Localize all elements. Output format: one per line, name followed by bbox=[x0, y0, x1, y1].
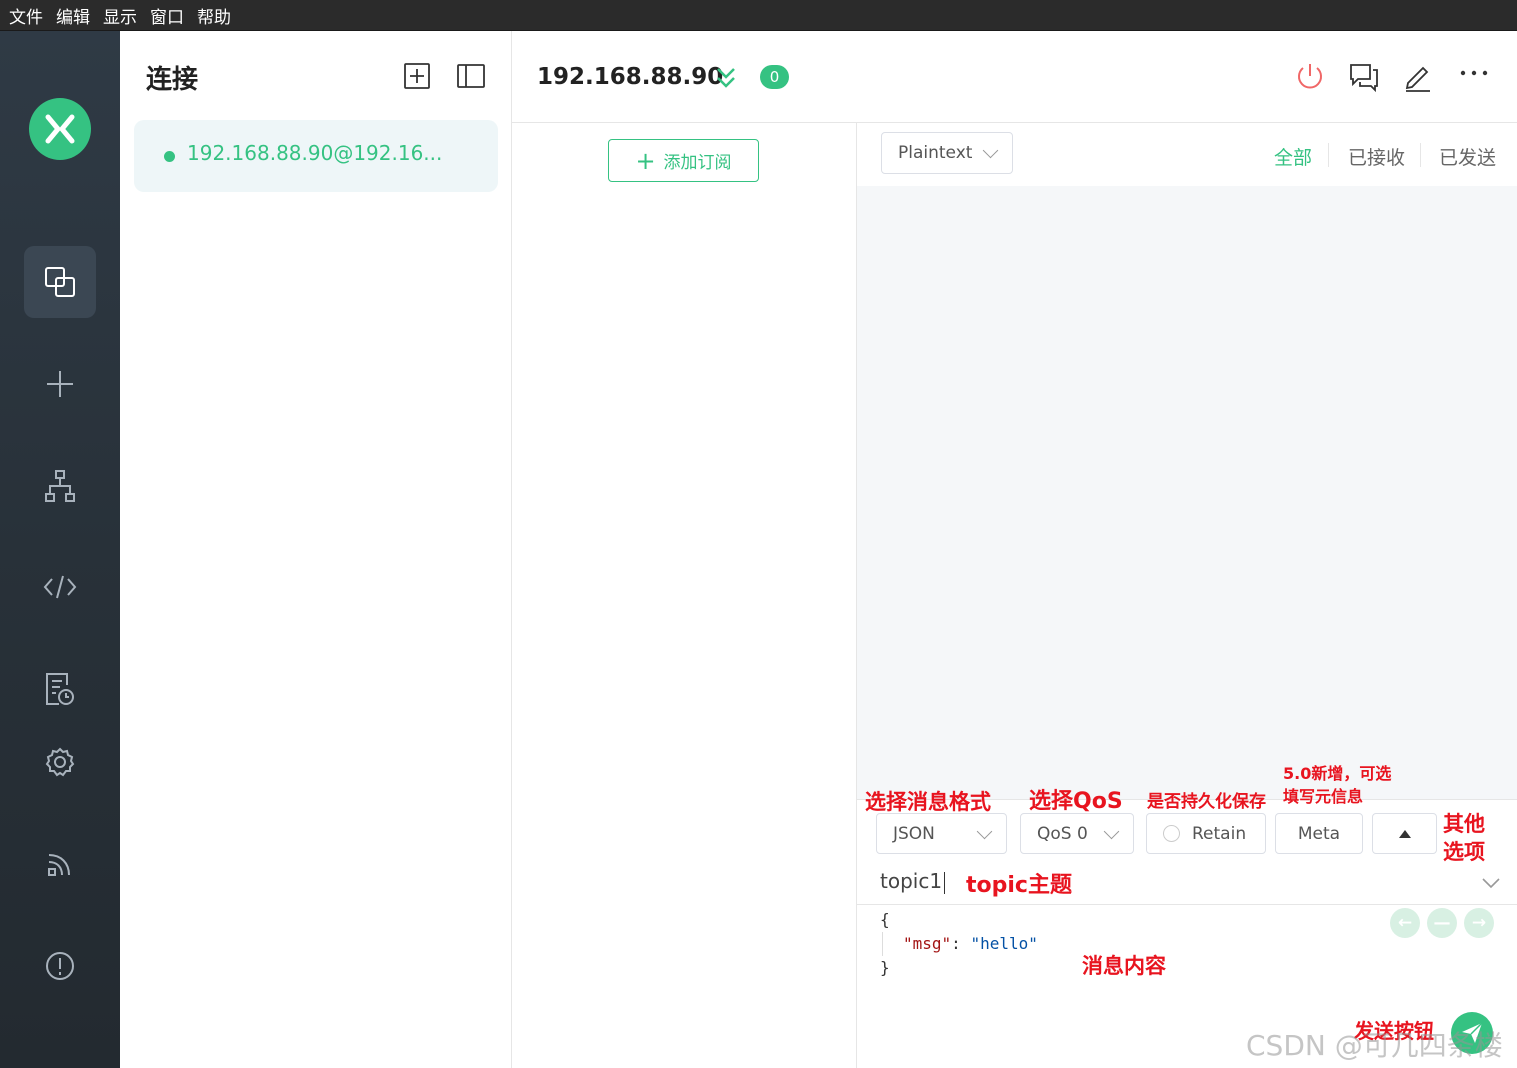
annotation-topic: topic主题 bbox=[966, 873, 1072, 898]
connection-header: 192.168.88.90 0 bbox=[512, 31, 1517, 123]
more-options-button[interactable] bbox=[1372, 813, 1437, 854]
topic-history-chevron-icon[interactable] bbox=[1481, 876, 1501, 890]
payload-format-select[interactable]: Plaintext bbox=[881, 132, 1013, 174]
app-logo bbox=[29, 98, 91, 160]
connected-status-dot bbox=[164, 151, 175, 162]
payload-editor[interactable]: { "msg": "hello" } bbox=[880, 908, 1038, 980]
annotation-other-1: 其他 bbox=[1443, 812, 1485, 836]
previous-arrow-icon[interactable]: ← bbox=[1390, 908, 1420, 938]
retain-label: Retain bbox=[1192, 823, 1247, 844]
log-icon[interactable] bbox=[24, 653, 96, 725]
plus-icon: + bbox=[635, 146, 656, 175]
menu-view[interactable]: 显示 bbox=[103, 3, 137, 28]
annotation-retain: 是否持久化保存 bbox=[1147, 792, 1266, 812]
payload-key: "msg" bbox=[903, 934, 952, 953]
next-arrow-icon[interactable]: → bbox=[1464, 908, 1494, 938]
nav-rail bbox=[0, 31, 120, 1068]
annotation-other-2: 选项 bbox=[1443, 840, 1485, 864]
retain-checkbox[interactable]: Retain bbox=[1146, 813, 1266, 854]
new-connection-icon[interactable] bbox=[402, 61, 432, 91]
chevron-down-icon bbox=[1103, 823, 1120, 839]
connections-title: 连接 bbox=[146, 65, 199, 95]
toggle-panel-icon[interactable] bbox=[456, 61, 486, 91]
chevron-down-icon bbox=[982, 142, 999, 159]
subscription-panel: + 添加订阅 bbox=[512, 123, 857, 1068]
qos-select[interactable]: QoS 0 bbox=[1020, 813, 1134, 854]
connection-host: 192.168.88.90 bbox=[537, 64, 724, 90]
message-count-badge: 0 bbox=[760, 65, 789, 89]
meta-label: Meta bbox=[1297, 823, 1341, 844]
clear-minus-icon[interactable]: — bbox=[1427, 908, 1457, 938]
menubar: 文件 编辑 显示 窗口 帮助 bbox=[0, 0, 1517, 31]
chevron-down-icon bbox=[976, 823, 993, 839]
retain-radio bbox=[1163, 825, 1180, 842]
connection-item[interactable]: 192.168.88.90@192.16... bbox=[134, 120, 498, 192]
settings-icon[interactable] bbox=[24, 726, 96, 798]
payload-value: "hello" bbox=[970, 934, 1038, 953]
connection-name: 192.168.88.90@192.16... bbox=[187, 141, 443, 165]
connection-panel: 连接 192.168.88.90@192.16... bbox=[120, 31, 512, 1068]
menu-window[interactable]: 窗口 bbox=[150, 3, 184, 28]
topic-input[interactable]: topic1 bbox=[857, 862, 1517, 905]
more-options-icon[interactable] bbox=[1458, 61, 1490, 93]
publish-format-select[interactable]: JSON bbox=[876, 813, 1007, 854]
filter-received[interactable]: 已接收 bbox=[1348, 143, 1405, 170]
feed-icon[interactable] bbox=[24, 828, 96, 900]
plus-icon[interactable] bbox=[24, 348, 96, 420]
meta-button[interactable]: Meta bbox=[1275, 813, 1363, 854]
qos-value: QoS 0 bbox=[1037, 823, 1088, 844]
disconnect-power-icon[interactable] bbox=[1294, 61, 1326, 93]
annotation-format: 选择消息格式 bbox=[865, 790, 991, 814]
filter-all[interactable]: 全部 bbox=[1274, 143, 1312, 170]
annotation-payload: 消息内容 bbox=[1082, 954, 1166, 978]
annotation-meta-1: 5.0新增，可选 bbox=[1283, 764, 1392, 783]
menu-help[interactable]: 帮助 bbox=[197, 3, 231, 28]
add-subscription-button[interactable]: + 添加订阅 bbox=[608, 139, 759, 182]
annotation-meta-2: 填写元信息 bbox=[1283, 787, 1364, 806]
filter-sent[interactable]: 已发送 bbox=[1439, 143, 1496, 170]
annotation-qos: 选择QoS bbox=[1029, 789, 1123, 814]
edit-pencil-icon[interactable] bbox=[1402, 61, 1434, 93]
caret-up-icon bbox=[1398, 829, 1411, 838]
payload-format-value: Plaintext bbox=[898, 143, 973, 163]
publish-format-value: JSON bbox=[893, 823, 935, 844]
topic-value: topic1 bbox=[880, 869, 943, 893]
about-icon[interactable] bbox=[24, 930, 96, 1002]
topology-icon[interactable] bbox=[24, 450, 96, 522]
script-icon[interactable] bbox=[24, 551, 96, 623]
add-subscription-label: 添加订阅 bbox=[663, 153, 732, 173]
collapse-chevron-icon[interactable] bbox=[714, 66, 738, 94]
menu-file[interactable]: 文件 bbox=[9, 3, 43, 28]
new-window-icon[interactable] bbox=[1348, 61, 1380, 93]
message-toolbar: Plaintext 全部 已接收 已发送 bbox=[857, 123, 1517, 186]
watermark: CSDN @可几四条楼 bbox=[1246, 1029, 1503, 1062]
connections-icon[interactable] bbox=[24, 246, 96, 318]
menu-edit[interactable]: 编辑 bbox=[56, 3, 90, 28]
